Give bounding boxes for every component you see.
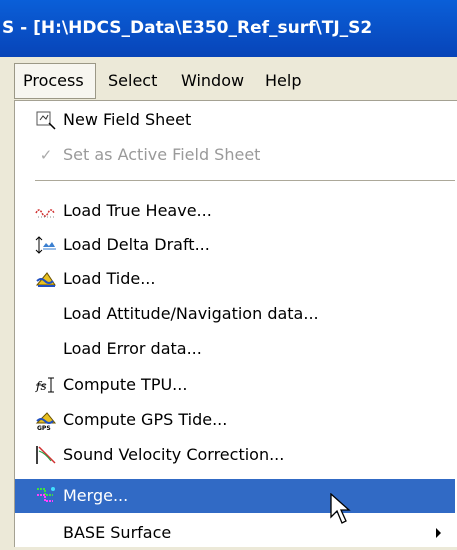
menu-item-load-true-heave[interactable]: Load True Heave...: [15, 194, 455, 228]
field-sheet-icon: [36, 111, 56, 130]
delta-draft-icon: [35, 236, 56, 254]
menu-help[interactable]: Help: [265, 63, 315, 99]
menu-item-label: BASE Surface: [63, 523, 172, 542]
menu-item-label: Sound Velocity Correction...: [63, 445, 285, 464]
sound-velocity-icon: [36, 446, 56, 464]
menu-item-load-delta-draft[interactable]: Load Delta Draft...: [15, 228, 455, 262]
menu-help-label: Help: [265, 71, 302, 90]
menu-item-label: New Field Sheet: [63, 110, 192, 129]
window-title: S - [H:\HDCS_Data\E350_Ref_surf\TJ_S2: [2, 18, 373, 38]
menu-item-merge[interactable]: Merge...: [15, 479, 455, 513]
menu-item-label: Compute TPU...: [63, 375, 188, 394]
menu-bar: Process Select Window Help: [0, 57, 457, 104]
menu-item-load-tide[interactable]: Load Tide...: [15, 262, 455, 296]
gps-tide-icon: GPS: [35, 412, 57, 430]
menu-item-new-field-sheet[interactable]: New Field Sheet: [15, 103, 455, 137]
tpu-icon: ƒs: [35, 377, 54, 393]
heave-icon: [35, 209, 55, 218]
menu-window-label: Window: [181, 71, 245, 90]
menu-separator: [35, 180, 455, 181]
checkmark-icon: ✓: [39, 146, 53, 164]
menu-window[interactable]: Window: [181, 63, 255, 99]
menu-item-label: Load Tide...: [63, 269, 156, 288]
merge-icon: [37, 487, 55, 502]
menu-item-label: Merge...: [63, 486, 129, 505]
menu-select-label: Select: [108, 71, 158, 90]
menu-item-compute-gps-tide[interactable]: GPS Compute GPS Tide...: [15, 403, 455, 437]
menu-item-base-surface[interactable]: BASE Surface: [15, 516, 455, 550]
menu-item-label: Load Error data...: [63, 339, 202, 358]
process-menu-dropdown: New Field Sheet ✓ Set as Active Field Sh…: [14, 100, 457, 547]
menu-item-label: Compute GPS Tide...: [63, 410, 228, 429]
menu-select[interactable]: Select: [108, 63, 168, 99]
menu-item-label: Load Delta Draft...: [63, 235, 210, 254]
mouse-pointer-icon: [330, 493, 351, 524]
menu-item-set-active-field-sheet: ✓ Set as Active Field Sheet: [15, 138, 455, 172]
window-title-bar: S - [H:\HDCS_Data\E350_Ref_surf\TJ_S2: [0, 0, 457, 57]
menu-process-label: Process: [23, 71, 84, 90]
svg-text:ƒs: ƒs: [35, 379, 47, 393]
menu-item-load-attitude-navigation[interactable]: Load Attitude/Navigation data...: [15, 297, 455, 331]
menu-item-compute-tpu[interactable]: ƒs Compute TPU...: [15, 368, 455, 402]
window-edge: [0, 103, 14, 546]
menu-item-label: Load True Heave...: [63, 201, 212, 220]
menu-item-sound-velocity-correction[interactable]: Sound Velocity Correction...: [15, 438, 455, 472]
menu-process[interactable]: Process: [14, 63, 96, 99]
svg-text:GPS: GPS: [37, 425, 51, 430]
tide-icon: [35, 272, 56, 287]
menu-item-label: Set as Active Field Sheet: [63, 145, 261, 164]
submenu-arrow-icon: [436, 528, 441, 538]
menu-item-load-error-data[interactable]: Load Error data...: [15, 332, 455, 366]
menu-item-label: Load Attitude/Navigation data...: [63, 304, 319, 323]
